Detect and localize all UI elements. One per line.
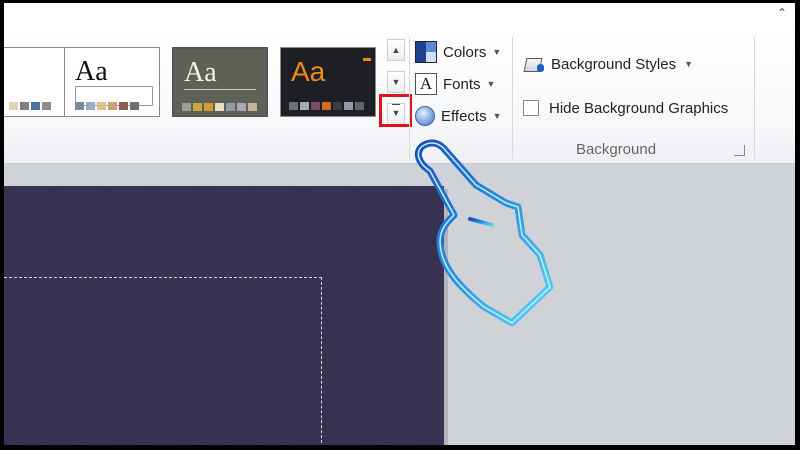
theme-swatches [289, 102, 364, 110]
hand-pointer-icon [414, 139, 554, 327]
hide-background-graphics-toggle[interactable]: Hide Background Graphics [523, 95, 728, 121]
scroll-up-icon[interactable]: ▲ [387, 39, 405, 61]
theme-sample-text: Aa [291, 56, 326, 87]
fonts-button[interactable]: A Fonts ▼ [415, 72, 495, 96]
chevron-up-icon[interactable]: ⌃ [775, 6, 789, 20]
powerpoint-window: ⌃ Aa Aa Aa ▲ ▼ ▼ Colors ▼ A Fonts ▼ Effe… [4, 3, 795, 445]
effects-button[interactable]: Effects ▼ [415, 104, 502, 128]
hide-background-graphics-label: Hide Background Graphics [549, 99, 729, 117]
content-placeholder[interactable] [4, 277, 322, 445]
theme-thumbnail[interactable] [4, 47, 66, 117]
theme-swatches [75, 102, 139, 110]
scroll-down-icon[interactable]: ▼ [387, 71, 405, 93]
theme-fonts-icon: A [415, 73, 437, 95]
title-strip: ⌃ [4, 3, 795, 27]
effects-label: Effects [441, 107, 487, 125]
chevron-down-icon: ▼ [492, 47, 502, 57]
theme-thumbnail[interactable]: Aa [172, 47, 268, 117]
dialog-launcher-icon[interactable] [734, 145, 745, 156]
chevron-down-icon: ▼ [486, 79, 496, 89]
chevron-down-icon: ▼ [492, 111, 502, 121]
fonts-label: Fonts [443, 75, 481, 93]
background-group-label: Background [576, 141, 657, 158]
background-styles-button[interactable]: Background Styles ▼ [523, 51, 693, 77]
background-styles-label: Background Styles [551, 55, 677, 73]
theme-sample-text: Aa [75, 56, 108, 87]
colors-label: Colors [443, 43, 487, 61]
colors-button[interactable]: Colors ▼ [415, 40, 501, 64]
theme-colors-icon [415, 41, 437, 63]
group-divider [754, 37, 755, 159]
theme-thumbnail[interactable]: Aa [64, 47, 160, 117]
design-ribbon: Aa Aa Aa ▲ ▼ ▼ Colors ▼ A Fonts ▼ Effect… [4, 27, 795, 164]
hide-background-graphics-checkbox[interactable] [523, 100, 539, 116]
highlight-box [379, 94, 412, 127]
theme-swatches [182, 103, 257, 111]
theme-swatches [9, 102, 51, 110]
theme-effects-icon [415, 106, 435, 126]
theme-thumbnail[interactable]: Aa [280, 47, 376, 117]
paint-bucket-icon [523, 54, 545, 74]
theme-sample-text: Aa [184, 57, 217, 88]
chevron-down-icon: ▼ [684, 59, 693, 69]
